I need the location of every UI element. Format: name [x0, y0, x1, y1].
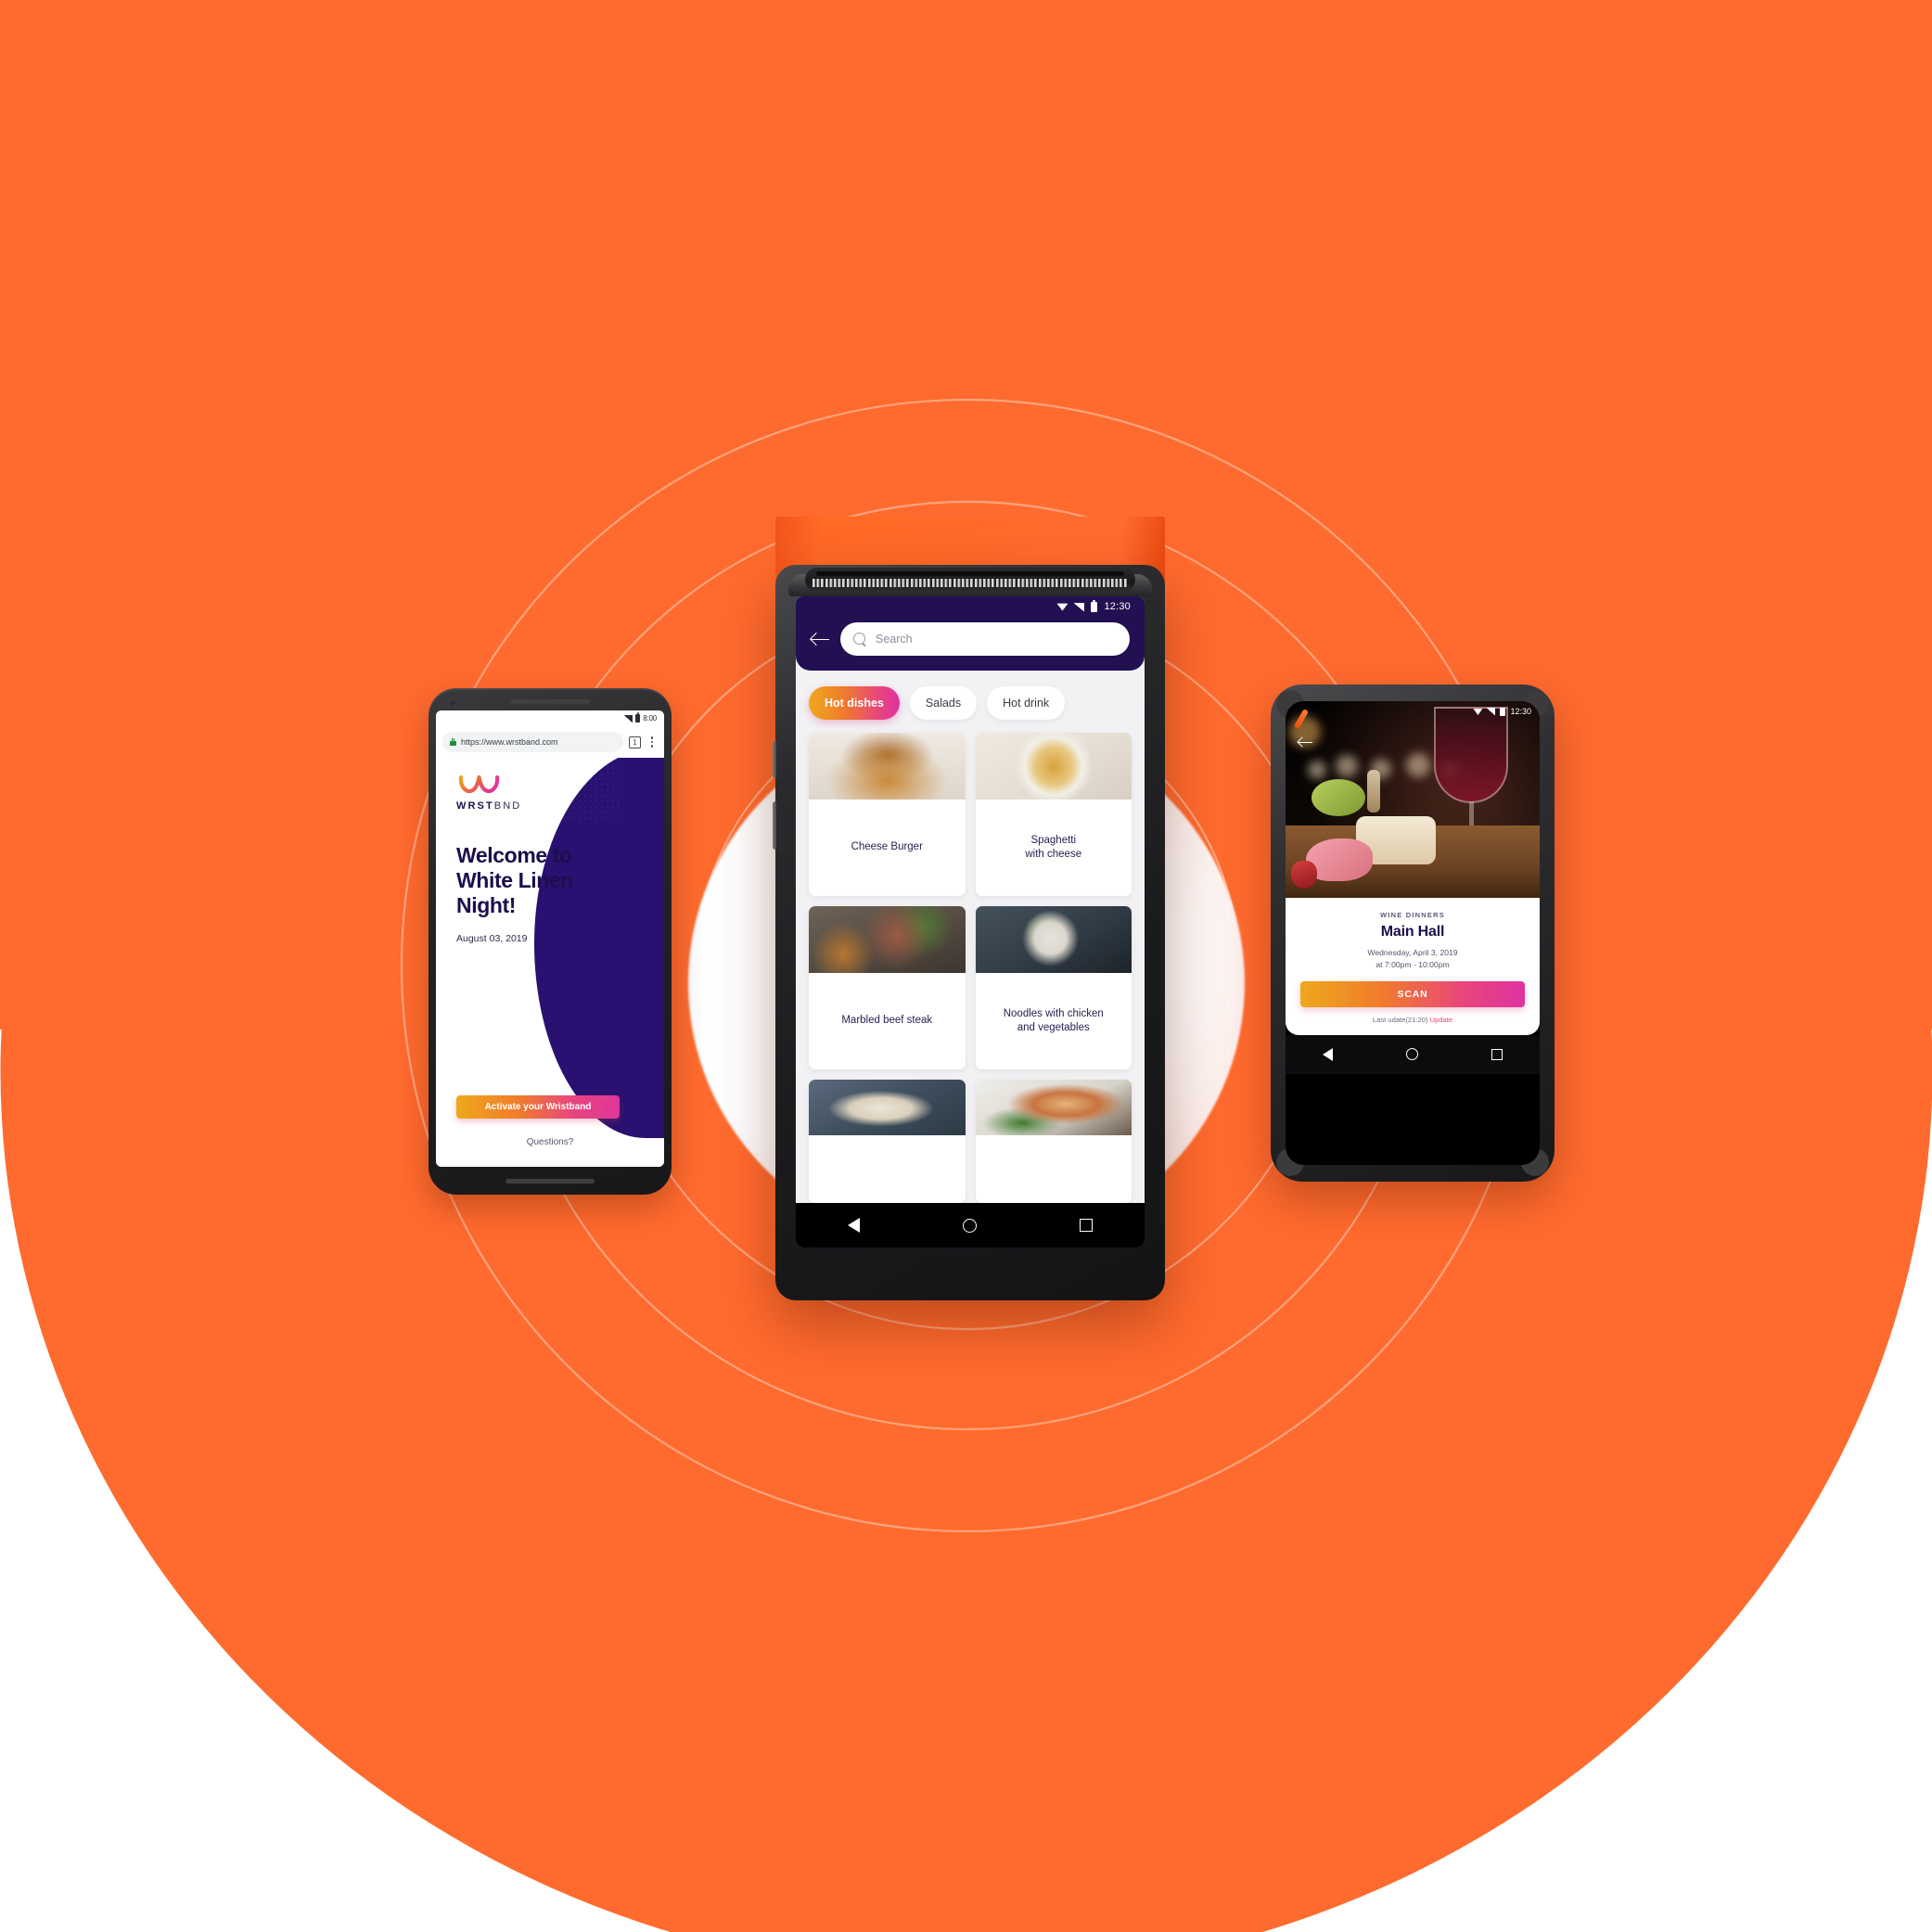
phone-left-screen: 8:00 https://www.wrstband.com 1 WRST BND… — [436, 710, 664, 1167]
event-category: WINE DINNERS — [1380, 911, 1445, 919]
signal-icon — [624, 714, 633, 723]
menu-item-label — [809, 1135, 966, 1203]
wrstbnd-butterfly-logo — [458, 774, 500, 794]
event-title: Main Hall — [1380, 924, 1445, 940]
android-nav-bar — [1286, 1034, 1540, 1074]
menu-item-image — [975, 1079, 1132, 1135]
battery-icon — [1500, 707, 1506, 716]
rugged-status-bar: 12:30 — [1473, 707, 1531, 716]
back-arrow-icon[interactable] — [1299, 736, 1312, 748]
chip-hot-drink[interactable]: Hot drink — [987, 686, 1066, 720]
activate-wristband-button[interactable]: Activate your Wristband — [456, 1095, 620, 1119]
pos-terminal-device: 12:30 Search Hot dishes Salads Hot drink — [773, 517, 1165, 1300]
pos-screen: 12:30 Search Hot dishes Salads Hot drink — [796, 596, 1145, 1247]
back-arrow-icon[interactable] — [811, 632, 829, 646]
wifi-icon — [1473, 708, 1483, 715]
update-link[interactable]: Update — [1430, 1016, 1453, 1024]
menu-item-image — [975, 733, 1132, 800]
menu-card[interactable] — [809, 1079, 966, 1203]
menu-item-label: Marbled beef steak — [841, 1015, 933, 1027]
wrstbnd-logo: WRST BND — [456, 774, 644, 812]
menu-grid: Cheese Burger Spaghetti with cheese Marb… — [796, 729, 1145, 1203]
volume-down-button[interactable] — [773, 801, 776, 850]
menu-item-image — [809, 905, 966, 973]
chip-hot-dishes[interactable]: Hot dishes — [809, 686, 900, 720]
phone-left-status-bar: 8:00 — [436, 710, 664, 726]
wordmark-secondary: BND — [493, 800, 522, 812]
menu-item-image — [809, 1079, 966, 1135]
status-time: 12:30 — [1510, 707, 1531, 716]
url-text: https://www.wrstband.com — [461, 737, 558, 747]
category-chips: Hot dishes Salads Hot drink — [796, 671, 1145, 729]
nav-recents-icon[interactable] — [1080, 1219, 1094, 1232]
menu-item-label: Cheese Burger — [851, 841, 923, 853]
menu-item-label: Noodles with chicken and vegetables — [1003, 1007, 1104, 1033]
lock-icon — [450, 738, 456, 746]
kebab-menu-icon[interactable] — [646, 736, 658, 748]
menu-card[interactable] — [975, 1079, 1132, 1203]
phone-left-device: 8:00 https://www.wrstband.com 1 WRST BND… — [429, 688, 672, 1195]
event-detail-app: 12:30 WINE DINNERS Main Hall Wednesday, … — [1286, 701, 1540, 1165]
signal-icon — [1074, 602, 1085, 611]
search-icon — [853, 633, 866, 646]
bottom-speaker — [505, 1179, 595, 1184]
wine-glass-shape — [1434, 707, 1508, 803]
menu-app: 12:30 Search Hot dishes Salads Hot drink — [796, 596, 1145, 1247]
scan-button[interactable]: SCAN — [1300, 980, 1525, 1007]
search-placeholder: Search — [876, 633, 913, 646]
rugged-handheld-device: 12:30 WINE DINNERS Main Hall Wednesday, … — [1271, 685, 1555, 1182]
nav-home-icon[interactable] — [962, 1218, 977, 1233]
menu-item-label: Spaghetti with cheese — [1025, 834, 1082, 860]
app-header: 12:30 Search — [796, 596, 1145, 671]
browser-omnibox: https://www.wrstband.com 1 — [436, 726, 664, 758]
chip-salads[interactable]: Salads — [909, 686, 978, 720]
menu-item-image — [809, 733, 966, 800]
wifi-icon — [1056, 603, 1068, 611]
url-bar[interactable]: https://www.wrstband.com — [442, 732, 623, 752]
last-update-text: Last udate(21:20) — [1372, 1015, 1428, 1024]
menu-card[interactable]: Noodles with chicken and vegetables — [975, 905, 1132, 1069]
menu-item-label — [976, 1135, 1132, 1203]
event-date: August 03, 2019 — [456, 933, 528, 945]
battery-icon — [1091, 599, 1098, 612]
wrstbnd-landing-page: WRST BND Welcome to White Linen Night! Au… — [436, 758, 664, 1167]
nav-home-icon[interactable] — [1405, 1048, 1418, 1061]
earpiece-speaker — [510, 699, 590, 704]
hero-stage: 8:00 https://www.wrstband.com 1 WRST BND… — [0, 0, 1932, 1932]
battery-icon — [635, 712, 641, 723]
event-hero-image: 12:30 — [1286, 701, 1540, 898]
status-time: 8:00 — [643, 714, 657, 723]
search-input[interactable]: Search — [840, 622, 1130, 656]
paper-cutter-icon — [805, 568, 1135, 592]
rugged-screen: 12:30 WINE DINNERS Main Hall Wednesday, … — [1286, 701, 1540, 1165]
event-datetime: Wednesday, April 3, 2019 at 7:00pm - 10:… — [1300, 947, 1525, 971]
pos-status-bar: 12:30 — [796, 596, 1145, 617]
front-camera-icon — [449, 699, 456, 707]
android-nav-bar — [796, 1203, 1145, 1247]
page-title: Welcome to White Linen Night! — [456, 843, 573, 918]
nav-recents-icon[interactable] — [1491, 1048, 1503, 1060]
last-update-footnote: Last udate(21:20) Update — [1300, 1016, 1525, 1024]
search-row: Search — [796, 617, 1145, 671]
nav-back-icon[interactable] — [847, 1218, 860, 1233]
event-info-card: WINE DINNERS Main Hall Wednesday, April … — [1286, 898, 1540, 1035]
status-time: 12:30 — [1104, 601, 1131, 612]
event-date-line: Wednesday, April 3, 2019 — [1367, 948, 1458, 957]
menu-card[interactable]: Marbled beef steak — [809, 905, 966, 1069]
wrstbnd-wordmark: WRST BND — [456, 800, 644, 812]
event-time-line: at 7:00pm - 10:00pm — [1375, 959, 1450, 969]
landing-content: WRST BND Welcome to White Linen Night! Au… — [436, 758, 664, 944]
menu-item-image — [975, 905, 1132, 973]
questions-link[interactable]: Questions? — [436, 1137, 664, 1147]
nav-back-icon[interactable] — [1322, 1047, 1333, 1061]
menu-card[interactable]: Spaghetti with cheese — [975, 733, 1132, 896]
menu-card[interactable]: Cheese Burger — [809, 733, 966, 896]
volume-up-button[interactable] — [773, 741, 776, 778]
tab-count-button[interactable]: 1 — [629, 736, 641, 748]
wordmark-primary: WRST — [456, 800, 494, 812]
signal-icon — [1487, 708, 1496, 715]
